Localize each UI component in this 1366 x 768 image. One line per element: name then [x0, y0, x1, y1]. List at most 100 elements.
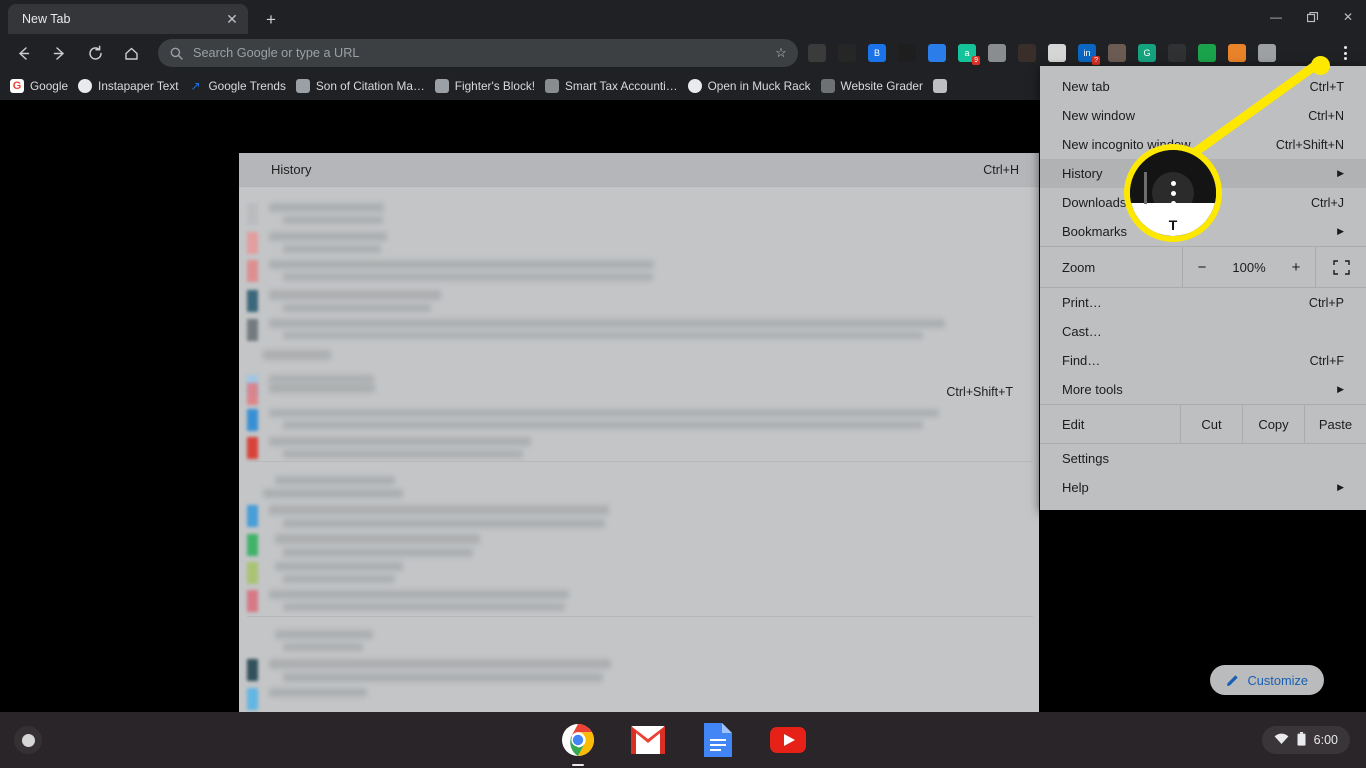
close-window-button[interactable]: ✕ [1330, 0, 1366, 34]
system-tray[interactable]: 6:00 [1261, 726, 1350, 754]
docs-app[interactable] [700, 722, 736, 758]
menu-item-new-tab[interactable]: New tab Ctrl+T [1040, 72, 1366, 101]
history-title: History [271, 162, 312, 177]
chrome-main-menu: New tab Ctrl+T New window Ctrl+N New incogni… [1040, 66, 1366, 510]
gmail-app[interactable] [630, 722, 666, 758]
bookmark-item[interactable]: Fighter's Block! [434, 79, 536, 93]
history-entry[interactable] [239, 350, 1039, 376]
favicon [247, 319, 258, 341]
menu-item-print[interactable]: Print… Ctrl+P [1040, 288, 1366, 317]
balloon-extension[interactable] [1198, 44, 1216, 62]
favicon [247, 232, 258, 254]
history-entry[interactable] [239, 534, 1039, 560]
linkedin-extension[interactable]: in? [1078, 44, 1100, 65]
zoom-controls: − 100% + [1182, 247, 1315, 287]
history-entry[interactable] [239, 505, 1039, 531]
history-entry[interactable] [239, 290, 1039, 316]
history-entry[interactable] [239, 319, 1039, 345]
fullscreen-icon[interactable] [1315, 247, 1366, 287]
youtube-app[interactable] [770, 722, 806, 758]
zoom-out-button[interactable]: − [1183, 259, 1221, 276]
zoom-level-value: 100% [1232, 259, 1266, 275]
reload-icon[interactable] [80, 38, 110, 68]
magnifier-edge-bar [1144, 172, 1147, 205]
favicon [247, 688, 258, 710]
menu-item-shortcut: Ctrl+N [1308, 108, 1344, 123]
bookmark-item[interactable]: Son of Citation Ma… [295, 79, 425, 93]
minimize-button[interactable]: — [1258, 0, 1294, 34]
pocket-extension[interactable] [808, 44, 826, 62]
restore-button[interactable] [1294, 0, 1330, 34]
bookmark-item[interactable]: Smart Tax Accounti… [545, 79, 678, 93]
bitly-extension[interactable]: B [868, 44, 886, 62]
bookmark-label: Google Trends [208, 79, 286, 93]
history-entry[interactable] [239, 659, 1039, 685]
history-entry[interactable] [239, 630, 1039, 656]
history-entry[interactable] [239, 688, 1039, 714]
history-entry-text [283, 548, 473, 557]
close-icon[interactable]: ✕ [221, 8, 243, 30]
cut-button[interactable]: Cut [1180, 405, 1242, 443]
menu-item-find[interactable]: Find… Ctrl+F [1040, 346, 1366, 375]
tab-title: New Tab [22, 12, 71, 26]
bookmark-item[interactable]: G Google [10, 79, 68, 93]
menu-item-help[interactable]: Help ▶ [1040, 473, 1366, 502]
bookmark-label: Fighter's Block! [454, 79, 536, 93]
feather-extension[interactable] [838, 44, 856, 62]
history-entry[interactable] [239, 260, 1039, 286]
history-entry-text [269, 505, 609, 515]
history-entry[interactable] [239, 590, 1039, 616]
avatar-extension[interactable] [1108, 44, 1126, 62]
bookmark-item[interactable]: Website Grader [820, 79, 923, 93]
hat-extension[interactable] [1018, 44, 1036, 62]
zoom-in-button[interactable]: + [1277, 259, 1315, 276]
bookmark-item[interactable]: Instapaper Text [78, 79, 179, 93]
history-entry[interactable] [239, 437, 1039, 463]
menu-item-label: Cast… [1062, 324, 1102, 339]
menu-item-settings[interactable]: Settings [1040, 444, 1366, 473]
paste-button[interactable]: Paste [1304, 405, 1366, 443]
active-indicator [572, 764, 584, 766]
new-tab-button[interactable]: + [258, 7, 284, 33]
bookmark-star-icon[interactable]: ☆ [768, 45, 794, 61]
menu-item-more-tools[interactable]: More tools ▶ [1040, 375, 1366, 404]
menu-group-settings: Settings Help ▶ [1040, 444, 1366, 502]
history-submenu-header[interactable]: History Ctrl+H [239, 153, 1039, 186]
forward-icon[interactable] [44, 38, 74, 68]
grammarly-extension[interactable]: a9 [958, 44, 980, 65]
omnibox[interactable]: Search Google or type a URL ☆ [158, 39, 798, 67]
bookmark-item[interactable] [932, 79, 953, 93]
history-entry-text [283, 643, 363, 651]
puzzle-extension[interactable] [988, 44, 1006, 62]
menu-item-label: Help [1062, 480, 1089, 495]
menu-item-new-window[interactable]: New window Ctrl+N [1040, 101, 1366, 130]
history-entry[interactable] [239, 232, 1039, 258]
three-dot-menu-icon[interactable] [1330, 38, 1360, 68]
history-entry[interactable] [239, 476, 1039, 502]
google-drive-extension[interactable] [898, 44, 916, 62]
menu-item-cast[interactable]: Cast… [1040, 317, 1366, 346]
back-icon[interactable] [8, 38, 38, 68]
grammarly2-extension[interactable]: G [1138, 44, 1156, 62]
magnifier-letter: T [1168, 217, 1178, 234]
bookmark-item[interactable]: Open in Muck Rack [687, 79, 811, 93]
cloud-extension[interactable] [1168, 44, 1186, 62]
history-entry[interactable] [239, 203, 1039, 229]
browser-tab[interactable]: New Tab ✕ [8, 4, 248, 34]
chrome-app[interactable] [560, 722, 596, 766]
history-entry-text [283, 603, 565, 611]
flame-extension[interactable] [1228, 44, 1246, 62]
home-icon[interactable] [116, 38, 146, 68]
customize-button[interactable]: Customize [1209, 665, 1324, 695]
archive-extension[interactable] [1048, 44, 1066, 62]
chrome-icon [562, 724, 594, 756]
bookmark-item[interactable]: ↗ Google Trends [189, 79, 286, 93]
edit-label: Edit [1062, 416, 1085, 432]
bank-extension[interactable] [1258, 44, 1276, 62]
history-entry[interactable] [239, 409, 1039, 435]
history-entry[interactable] [239, 383, 1039, 409]
history-shortcut: Ctrl+H [983, 162, 1019, 177]
copy-button[interactable]: Copy [1242, 405, 1304, 443]
history-entry[interactable] [239, 562, 1039, 588]
calendar-extension[interactable] [928, 44, 946, 62]
